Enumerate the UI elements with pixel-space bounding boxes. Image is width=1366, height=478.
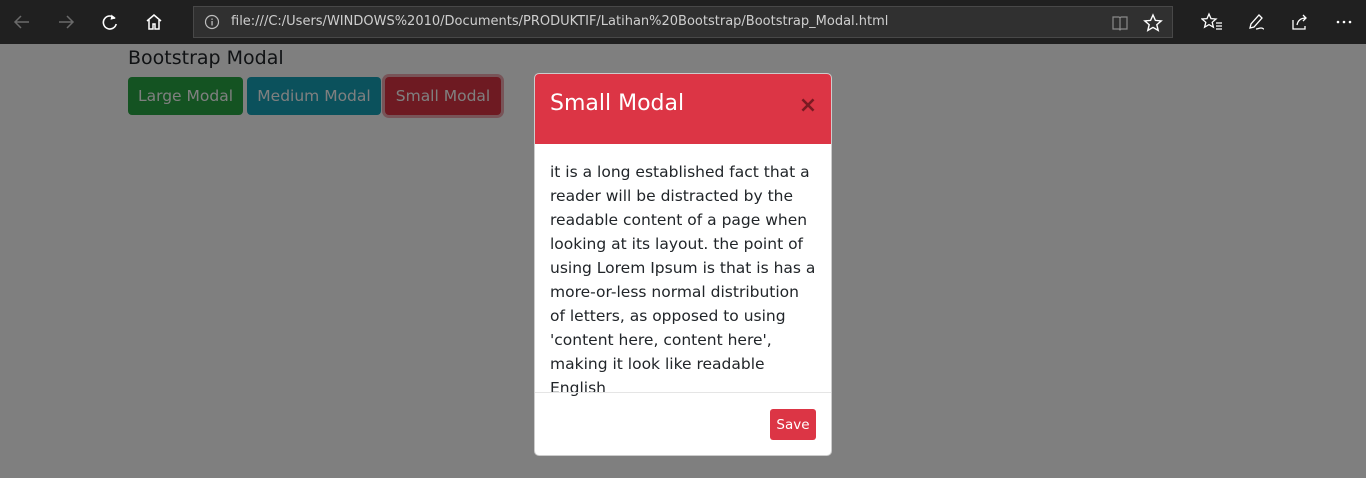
address-bar[interactable]: file:///C:/Users/WINDOWS%2010/Documents/…	[193, 6, 1173, 38]
favorites-icon[interactable]	[1194, 4, 1230, 40]
browser-toolbar: file:///C:/Users/WINDOWS%2010/Documents/…	[0, 0, 1366, 44]
small-modal: Small Modal × it is a long established f…	[534, 73, 832, 456]
save-button[interactable]: Save	[770, 409, 816, 440]
star-icon[interactable]	[1143, 13, 1163, 37]
share-icon[interactable]	[1282, 4, 1318, 40]
modal-body-text: it is a long established fact that a rea…	[550, 163, 816, 397]
modal-footer-divider	[535, 392, 831, 393]
more-icon[interactable]	[1326, 4, 1362, 40]
info-icon[interactable]	[204, 14, 220, 30]
url-text: file:///C:/Users/WINDOWS%2010/Documents/…	[231, 14, 889, 29]
close-icon[interactable]: ×	[797, 94, 819, 118]
home-icon[interactable]	[136, 4, 172, 40]
modal-title: Small Modal	[550, 91, 685, 116]
reading-view-icon[interactable]	[1111, 14, 1129, 36]
refresh-icon[interactable]	[92, 4, 128, 40]
forward-arrow-icon[interactable]	[48, 4, 84, 40]
modal-header: Small Modal ×	[535, 74, 831, 144]
back-arrow-icon[interactable]	[4, 4, 40, 40]
pen-icon[interactable]	[1238, 4, 1274, 40]
